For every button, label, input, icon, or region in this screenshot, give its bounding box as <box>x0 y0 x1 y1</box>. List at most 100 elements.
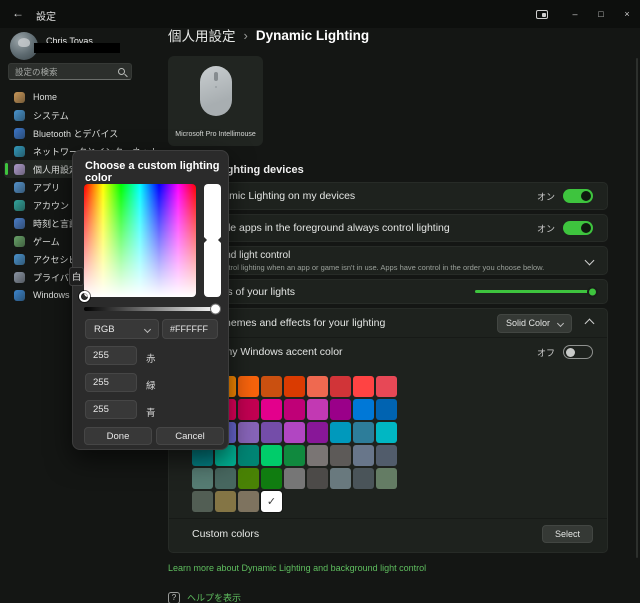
color-swatch[interactable] <box>238 491 259 512</box>
chevron-down-icon[interactable] <box>585 256 595 266</box>
brightness-slider-knob[interactable] <box>587 286 598 297</box>
scrollbar[interactable] <box>636 58 638 558</box>
color-swatch[interactable] <box>192 468 213 489</box>
apps-icon <box>14 182 25 193</box>
foreground-apps-toggle[interactable] <box>563 221 593 235</box>
custom-colors-select-button[interactable]: Select <box>542 525 593 543</box>
mouse-wheel <box>214 72 218 81</box>
color-swatch[interactable] <box>261 468 282 489</box>
background-control-row[interactable]: Background light control Apps can contro… <box>168 246 608 275</box>
value-slider[interactable] <box>204 184 221 297</box>
brightness-strip-slider[interactable] <box>84 307 220 311</box>
color-swatch[interactable] <box>215 491 236 512</box>
sidebar-item-label: システム <box>33 109 69 122</box>
color-swatch[interactable] <box>238 376 259 397</box>
color-swatch[interactable] <box>284 445 305 466</box>
blue-input[interactable]: 255 <box>85 400 137 419</box>
search-input[interactable]: 設定の検索 <box>8 63 132 80</box>
strip-slider-knob[interactable] <box>210 304 221 315</box>
cancel-button[interactable]: Cancel <box>156 427 224 445</box>
accent-match-label: Match my Windows accent color <box>192 346 537 358</box>
use-lighting-toggle[interactable] <box>563 189 593 203</box>
color-swatch[interactable] <box>261 422 282 443</box>
color-swatch[interactable] <box>307 468 328 489</box>
color-swatch[interactable] <box>307 422 328 443</box>
color-swatch[interactable] <box>238 468 259 489</box>
color-swatch[interactable] <box>376 399 397 420</box>
color-swatch[interactable]: ✓ <box>261 491 282 512</box>
color-swatch[interactable] <box>261 399 282 420</box>
system-icon <box>14 110 25 121</box>
color-swatch[interactable] <box>284 422 305 443</box>
done-button[interactable]: Done <box>84 427 152 445</box>
color-swatch[interactable] <box>330 399 351 420</box>
color-swatch[interactable] <box>215 468 236 489</box>
accent-match-row: Match my Windows accent color オフ <box>169 337 607 366</box>
color-swatch[interactable] <box>284 399 305 420</box>
color-swatch[interactable] <box>376 445 397 466</box>
color-swatch[interactable] <box>261 445 282 466</box>
brightness-slider[interactable] <box>475 290 593 293</box>
breadcrumb: 個人用設定 › Dynamic Lighting <box>168 25 369 45</box>
selected-pill <box>5 163 8 175</box>
color-swatch[interactable] <box>330 445 351 466</box>
spectrum-selection-ring[interactable] <box>79 291 90 302</box>
dropdown-chevron-icon <box>557 319 564 326</box>
home-icon <box>14 92 25 103</box>
color-swatch[interactable] <box>307 445 328 466</box>
color-swatch[interactable] <box>192 491 213 512</box>
color-swatch[interactable] <box>376 376 397 397</box>
color-swatch[interactable] <box>238 445 259 466</box>
color-spectrum[interactable] <box>84 184 196 297</box>
back-button[interactable]: ← <box>12 6 24 20</box>
color-swatch[interactable] <box>261 376 282 397</box>
main-content: 個人用設定 › Dynamic Lighting Microsoft Pro I… <box>168 0 608 603</box>
learn-more-link[interactable]: Learn more about Dynamic Lighting and ba… <box>168 563 426 573</box>
sidebar-item-label: Bluetooth とデバイス <box>33 127 118 140</box>
color-swatch[interactable] <box>353 376 374 397</box>
red-input[interactable]: 255 <box>85 346 137 365</box>
help-row[interactable]: ? ヘルプを表示 <box>168 591 241 603</box>
color-model-select[interactable]: RGB <box>85 319 159 339</box>
color-swatch[interactable] <box>353 445 374 466</box>
sidebar-item[interactable]: システム <box>4 106 158 124</box>
chevron-up-icon[interactable] <box>585 318 595 328</box>
help-link[interactable]: ヘルプを表示 <box>187 591 241 603</box>
color-swatch[interactable] <box>284 468 305 489</box>
breadcrumb-parent[interactable]: 個人用設定 <box>168 25 236 45</box>
color-swatch[interactable] <box>238 399 259 420</box>
hex-input[interactable]: #FFFFFF <box>162 319 218 339</box>
color-swatch[interactable] <box>330 468 351 489</box>
background-control-title: Background light control <box>183 250 586 261</box>
accent-match-toggle[interactable] <box>563 345 593 359</box>
color-swatch[interactable] <box>376 422 397 443</box>
effects-card: Choose themes and effects for your light… <box>168 308 608 553</box>
color-swatch[interactable] <box>307 399 328 420</box>
close-button[interactable]: × <box>614 9 640 19</box>
sidebar-item[interactable]: Home <box>4 88 158 106</box>
color-swatch[interactable] <box>238 422 259 443</box>
color-swatch[interactable] <box>330 422 351 443</box>
sidebar-item-label: ゲーム <box>33 235 60 248</box>
device-name: Microsoft Pro Intellimouse <box>168 131 263 138</box>
color-swatch[interactable] <box>284 376 305 397</box>
effects-dropdown-value: Solid Color <box>506 318 550 328</box>
help-icon: ? <box>168 592 180 603</box>
time-language-icon <box>14 218 25 229</box>
brightness-row: Brightness of your lights <box>168 279 608 304</box>
color-swatch[interactable] <box>376 468 397 489</box>
effects-dropdown[interactable]: Solid Color <box>497 314 572 333</box>
foreground-apps-label: Compatible apps in the foreground always… <box>183 222 537 234</box>
green-input[interactable]: 255 <box>85 373 137 392</box>
accessibility-icon <box>14 254 25 265</box>
color-swatch[interactable] <box>353 422 374 443</box>
color-swatch[interactable] <box>330 376 351 397</box>
device-card[interactable]: Microsoft Pro Intellimouse <box>168 56 263 146</box>
breadcrumb-separator-icon: › <box>244 28 248 43</box>
color-swatch[interactable] <box>353 399 374 420</box>
color-swatch[interactable] <box>307 376 328 397</box>
sidebar-item[interactable]: Bluetooth とデバイス <box>4 124 158 142</box>
color-swatch[interactable] <box>353 468 374 489</box>
effects-header-row[interactable]: Choose themes and effects for your light… <box>169 309 607 337</box>
search-placeholder: 設定の検索 <box>15 66 118 78</box>
